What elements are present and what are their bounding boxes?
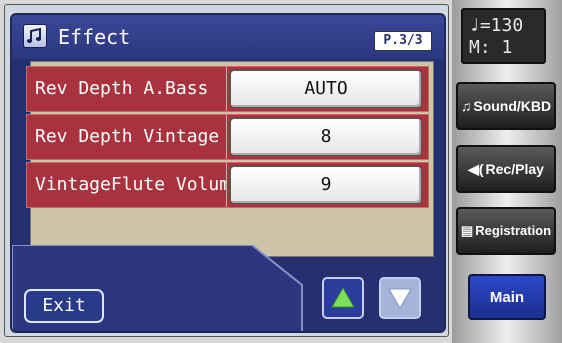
down-arrow-icon [388, 288, 412, 309]
param-label: Rev Depth A.Bass [27, 67, 227, 111]
effect-panel: Effect P.3/3 Rev Depth A.Bass AUTO Rev D… [4, 4, 449, 337]
speaker-icon: ◀( [468, 161, 484, 177]
param-value-button[interactable]: AUTO [230, 70, 422, 108]
page-title: Effect [58, 25, 131, 49]
music-note-icon: ♫ [460, 98, 472, 114]
music-notes-icon [23, 24, 47, 48]
scroll-up-button[interactable] [322, 277, 364, 319]
lcd-screen: Effect P.3/3 Rev Depth A.Bass AUTO Rev D… [10, 13, 446, 333]
sound-kbd-label: Sound/KBD [473, 98, 552, 114]
measure-readout: M: 1 [469, 37, 513, 58]
sound-kbd-button[interactable]: ♫ Sound/KBD [456, 82, 556, 130]
param-label: VintageFlute Volume [27, 163, 227, 207]
param-value-button[interactable]: 9 [230, 166, 422, 204]
rec-play-label: Rec/Play [485, 161, 544, 177]
param-row-rev-depth-vintage: Rev Depth Vintage 8 [26, 114, 429, 160]
param-label: Rev Depth Vintage [27, 115, 227, 159]
param-list: Rev Depth A.Bass AUTO Rev Depth Vintage … [26, 61, 434, 257]
side-rail: ♩=130 M: 1 ♫ Sound/KBD ◀(Rec/Play ▤ Regist… [452, 0, 562, 343]
param-value-button[interactable]: 8 [230, 118, 422, 156]
param-row-vintageflute-volume: VintageFlute Volume 9 [26, 162, 429, 208]
scroll-down-button[interactable] [379, 277, 421, 319]
registration-button[interactable]: ▤ Registration [456, 207, 556, 255]
title-bar: Effect P.3/3 [12, 15, 444, 59]
up-arrow-icon [331, 287, 355, 308]
tempo-display: ♩=130 M: 1 [461, 8, 546, 64]
param-row-rev-depth-abass: Rev Depth A.Bass AUTO [26, 66, 429, 112]
rec-play-button[interactable]: ◀(Rec/Play [456, 145, 556, 193]
book-icon: ▤ [460, 223, 474, 238]
registration-label: Registration [475, 223, 552, 238]
exit-button[interactable]: Exit [24, 289, 104, 323]
tempo-readout: ♩=130 [469, 15, 524, 36]
main-button[interactable]: Main [468, 274, 546, 320]
page-indicator: P.3/3 [374, 31, 432, 51]
